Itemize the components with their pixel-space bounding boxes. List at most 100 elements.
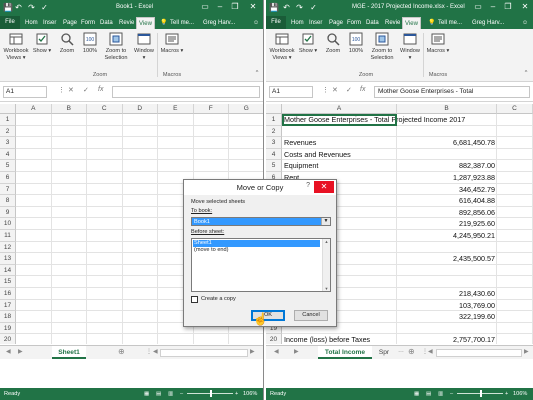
collapse-ribbon-icon[interactable]: ^ [252, 70, 262, 76]
smiley-icon[interactable]: ☺ [522, 17, 528, 29]
before-sheet-list[interactable]: Sheet1 (move to end) ▲ ▼ [191, 238, 331, 292]
user-name[interactable]: Greg Harv... [472, 17, 504, 29]
cell-value[interactable]: 218,430.60 [397, 288, 495, 300]
row-header[interactable]: 3 [0, 137, 16, 149]
cell-value[interactable]: 346,452.79 [397, 184, 495, 196]
cell-value[interactable]: 103,769.00 [397, 300, 495, 312]
column-header[interactable]: A [16, 104, 52, 114]
column-header[interactable]: G [229, 104, 263, 114]
tell-me-box[interactable]: Tell me... [438, 17, 462, 29]
tab-file[interactable]: File [266, 16, 286, 29]
row-header[interactable]: 14 [0, 264, 16, 277]
restore-icon[interactable]: ❐ [503, 2, 513, 11]
normal-view-icon[interactable]: ▦ [144, 388, 149, 400]
cell-value[interactable]: 892,856.06 [397, 207, 495, 219]
redo-icon[interactable]: ↷ [295, 3, 304, 12]
undo-icon[interactable]: ↶ [282, 3, 291, 12]
cell-value[interactable]: 2,435,500.57 [397, 253, 495, 265]
zoom-level[interactable]: 106% [243, 388, 257, 400]
cell-label[interactable]: Income (loss) before Taxes [284, 334, 370, 344]
cancel-entry-icon[interactable]: ✕ [332, 86, 338, 94]
row-header[interactable]: 7 [0, 183, 16, 196]
close-dialog-button[interactable]: ✕ [314, 181, 334, 193]
enter-entry-icon[interactable]: ✓ [346, 86, 352, 94]
cell-value[interactable]: 219,925.60 [397, 218, 495, 230]
minimize-icon[interactable]: – [488, 2, 498, 11]
row-header[interactable]: 2 [0, 125, 16, 138]
split-handle-icon[interactable]: ⋮ [146, 348, 152, 355]
column-header[interactable]: B [397, 104, 497, 114]
zoom-slider-knob[interactable] [480, 390, 482, 397]
ribbon-options-icon[interactable]: ▭ [200, 2, 210, 11]
column-header[interactable]: C [497, 104, 533, 114]
cell-value[interactable]: 1,287,923.88 [397, 172, 495, 184]
horizontal-scrollbar[interactable] [436, 349, 522, 357]
list-scrollbar[interactable]: ▲ ▼ [322, 239, 330, 291]
scroll-down-icon[interactable]: ▼ [323, 286, 330, 291]
insert-function-icon[interactable]: fx [360, 86, 365, 93]
page-layout-view-icon[interactable]: ▤ [426, 388, 431, 400]
touch-mode-icon[interactable]: ✓ [309, 3, 318, 12]
row-header[interactable]: 10 [0, 218, 16, 230]
column-header[interactable]: B [51, 104, 87, 114]
scroll-up-icon[interactable]: ▲ [323, 239, 330, 244]
tab-formulas[interactable]: Form [345, 17, 363, 29]
cell-value[interactable]: 6,681,450.78 [397, 137, 495, 149]
cell-value[interactable]: 882,387.00 [397, 160, 495, 172]
restore-icon[interactable]: ❐ [230, 2, 240, 11]
zoom-button[interactable]: Zoom [56, 32, 78, 55]
zoom-out-icon[interactable]: – [450, 388, 453, 400]
show-button[interactable]: Show ▾ [298, 32, 318, 55]
window-button[interactable]: Window ▾ [398, 32, 422, 61]
tab-insert[interactable]: Inser [307, 17, 324, 29]
hscroll-right-icon[interactable]: ▶ [524, 348, 529, 355]
name-box[interactable]: A1 [3, 86, 47, 98]
zoom-100-button[interactable]: 100 100% [80, 32, 100, 55]
cancel-entry-icon[interactable]: ✕ [68, 86, 74, 94]
zoom-to-selection-button[interactable]: Zoom to Selection [367, 32, 397, 61]
workbook-views-button[interactable]: Workbook Views ▾ [3, 32, 29, 61]
add-sheet-icon[interactable]: ⊕ [408, 347, 415, 356]
row-header[interactable]: 18 [0, 311, 16, 323]
list-item[interactable]: (move to end) [193, 247, 229, 254]
page-break-view-icon[interactable]: ▥ [438, 388, 443, 400]
column-header[interactable]: F [193, 104, 229, 114]
macros-button[interactable]: Macros ▾ [160, 32, 184, 55]
cell-value[interactable]: 322,199.60 [397, 311, 495, 323]
hscroll-right-icon[interactable]: ▶ [250, 348, 255, 355]
select-all-corner[interactable] [266, 104, 282, 114]
undo-icon[interactable]: ↶ [14, 3, 23, 12]
row-header[interactable]: 20 [0, 334, 16, 344]
cell-value[interactable]: 616,404.88 [397, 195, 495, 207]
cell-label[interactable]: Costs and Revenues [284, 149, 351, 161]
scroll-right-icon[interactable]: ▶ [18, 348, 23, 355]
tab-insert[interactable]: Inser [41, 17, 58, 29]
chevron-down-icon[interactable]: ▼ [321, 218, 330, 225]
add-sheet-icon[interactable]: ⊕ [118, 347, 125, 356]
create-copy-checkbox[interactable] [191, 296, 198, 303]
tab-page-layout[interactable]: Page [61, 17, 79, 29]
tab-view[interactable]: View [402, 17, 421, 29]
workbook-views-button[interactable]: Workbook Views ▾ [269, 32, 295, 61]
normal-view-icon[interactable]: ▦ [414, 388, 419, 400]
zoom-in-icon[interactable]: + [235, 388, 238, 400]
tab-home[interactable]: Hom [289, 17, 306, 29]
ribbon-options-icon[interactable]: ▭ [473, 2, 483, 11]
formula-input[interactable]: Mother Goose Enterprises - Total [374, 86, 530, 98]
row-header[interactable]: 5 [266, 160, 282, 172]
horizontal-scrollbar[interactable] [160, 349, 248, 357]
row-header[interactable]: 16 [0, 288, 16, 300]
tab-formulas[interactable]: Form [79, 17, 97, 29]
column-header[interactable]: A [282, 104, 397, 114]
touch-mode-icon[interactable]: ✓ [40, 3, 49, 12]
tab-review[interactable]: Revie [117, 17, 136, 29]
page-break-view-icon[interactable]: ▥ [168, 388, 173, 400]
redo-icon[interactable]: ↷ [27, 3, 36, 12]
formula-input[interactable] [112, 86, 260, 98]
tab-file[interactable]: File [0, 16, 20, 29]
show-button[interactable]: Show ▾ [32, 32, 52, 55]
zoom-slider-knob[interactable] [210, 390, 212, 397]
cell-label[interactable]: Equipment [284, 160, 318, 172]
row-header[interactable]: 3 [266, 137, 282, 149]
scroll-left-icon[interactable]: ◀ [274, 348, 279, 355]
